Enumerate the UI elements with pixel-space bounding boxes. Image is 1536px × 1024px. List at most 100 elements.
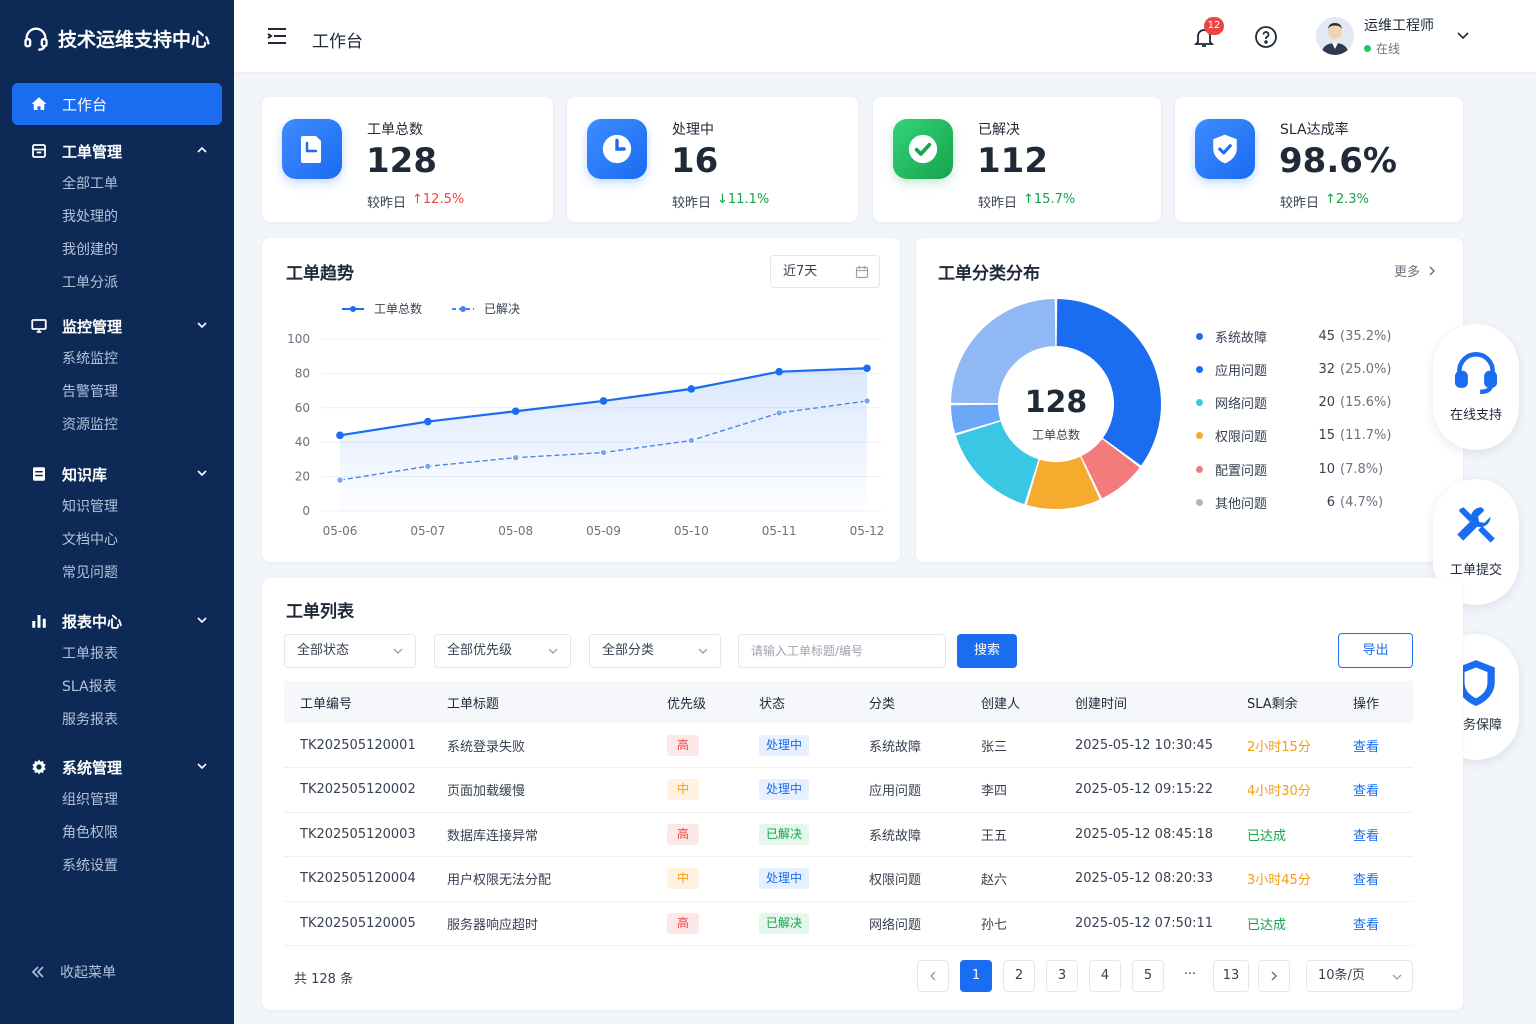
priority-tag: 中 (667, 868, 700, 890)
data-point (511, 407, 520, 416)
chevron-down-icon[interactable] (1456, 30, 1470, 42)
page-button-2[interactable]: 2 (1003, 960, 1035, 992)
page-button-13[interactable]: 13 (1213, 960, 1249, 992)
collapse-menu-label: 收起菜单 (60, 965, 116, 981)
status-filter[interactable]: 全部状态 (284, 634, 416, 668)
online-support-button[interactable]: 在线支持 (1433, 324, 1519, 450)
user-status: 在线 (1364, 40, 1400, 57)
priority-filter-label: 全部优先级 (447, 643, 513, 658)
status-tag: 处理中 (759, 779, 810, 801)
collapse-menu-button[interactable]: 收起菜单 (30, 962, 116, 982)
page-button-5[interactable]: 5 (1132, 960, 1164, 992)
page-button-3[interactable]: 3 (1046, 960, 1078, 992)
sidebar-item-my-handled[interactable]: 我处理的 (0, 201, 234, 234)
sidebar-group-knowledge-header[interactable]: 知识库 (0, 457, 234, 491)
more-label: 更多 (1394, 265, 1421, 280)
chevron-up-icon (197, 146, 207, 153)
ticket-priority-cell: 中 (651, 857, 743, 902)
page-button-1[interactable]: 1 (960, 960, 992, 992)
sidebar-item-my-created[interactable]: 我创建的 (0, 234, 234, 267)
legend-item: 其他问题 6 (4.7%) (1196, 493, 1383, 512)
sidebar-item-resources[interactable]: 资源监控 (0, 409, 234, 442)
category-filter[interactable]: 全部分类 (589, 634, 721, 668)
legend-name: 配置问题 (1215, 464, 1268, 479)
legend-count: 10 (1318, 462, 1335, 477)
ticket-sla: 已达成 (1247, 828, 1287, 844)
user-name: 运维工程师 (1364, 18, 1434, 34)
sidebar-item-knowledge[interactable]: 知识管理 (0, 491, 234, 524)
more-link[interactable]: 更多 (1394, 261, 1436, 280)
sidebar-item-docs[interactable]: 文档中心 (0, 524, 234, 557)
data-point (336, 476, 344, 484)
headset-icon (1454, 352, 1498, 395)
ticket-creator: 李四 (981, 784, 1008, 800)
x-tick-label: 05-08 (498, 524, 533, 538)
search-input[interactable]: 请输入工单标题/编号 (738, 634, 946, 668)
search-button[interactable]: 搜索 (957, 634, 1017, 668)
sidebar-group-monitor-header[interactable]: 监控管理 (0, 309, 234, 343)
ticket-title: 用户权限无法分配 (447, 873, 552, 889)
ticket-action-cell: 查看 (1337, 723, 1413, 768)
legend-percent: (4.7%) (1340, 495, 1384, 510)
view-ticket-link[interactable]: 查看 (1353, 784, 1379, 799)
col-title: 工单标题 (447, 696, 500, 712)
next-page-button[interactable] (1258, 960, 1290, 992)
legend-name: 系统故障 (1215, 331, 1268, 346)
data-point (687, 436, 696, 445)
sidebar-item-roles[interactable]: 角色权限 (0, 817, 234, 850)
sidebar-item-workbench[interactable]: 工作台 (12, 83, 222, 125)
ticket-id: TK202505120001 (300, 737, 416, 753)
menu-toggle-icon[interactable] (266, 26, 288, 46)
x-tick-label: 05-07 (410, 524, 445, 538)
sidebar-item-sla-report[interactable]: SLA报表 (0, 671, 234, 704)
legend-dot (1196, 466, 1203, 473)
view-ticket-link[interactable]: 查看 (1353, 829, 1379, 844)
legend-percent: (25.0%) (1340, 362, 1392, 377)
stat-label: 工单总数 (367, 122, 423, 138)
sidebar-item-faq[interactable]: 常见问题 (0, 557, 234, 590)
date-range-select[interactable]: 近7天 (770, 255, 880, 288)
sidebar-group-tickets-header[interactable]: 工单管理 (0, 134, 234, 168)
col-category: 分类 (869, 696, 896, 712)
ticket-title: 服务器响应超时 (447, 917, 539, 933)
ticket-title: 数据库连接异常 (447, 828, 539, 844)
data-point (687, 385, 696, 393)
sidebar-item-alerts[interactable]: 告警管理 (0, 376, 234, 409)
x-tick-label: 05-11 (762, 524, 797, 538)
col-status: 状态 (759, 696, 786, 712)
sidebar-group-label: 系统管理 (62, 758, 123, 777)
ticket-created-time: 2025-05-12 07:50:11 (1075, 915, 1214, 931)
prev-page-button[interactable] (917, 960, 949, 992)
sidebar-item-dispatch[interactable]: 工单分派 (0, 267, 234, 300)
series-line-resolved (339, 400, 868, 481)
status-tag: 处理中 (759, 868, 810, 890)
view-ticket-link[interactable]: 查看 (1353, 740, 1379, 755)
priority-filter[interactable]: 全部优先级 (434, 634, 571, 668)
sidebar-group-system-header[interactable]: 系统管理 (0, 750, 234, 784)
view-ticket-link[interactable]: 查看 (1353, 918, 1379, 933)
avatar[interactable] (1316, 17, 1354, 55)
sidebar-item-service-report[interactable]: 服务报表 (0, 704, 234, 737)
sidebar-group-reports-header[interactable]: 报表中心 (0, 604, 234, 638)
status-tag: 已解决 (759, 912, 810, 934)
sidebar-item-ticket-report[interactable]: 工单报表 (0, 638, 234, 671)
page-size-select[interactable]: 10条/页 (1306, 960, 1413, 992)
clock-icon (587, 119, 647, 179)
sidebar-item-settings[interactable]: 系统设置 (0, 850, 234, 883)
ticket-creator: 张三 (981, 739, 1008, 755)
view-ticket-link[interactable]: 查看 (1353, 873, 1379, 888)
ticket-title: 页面加载缓慢 (447, 784, 526, 800)
user-avatar-icon (1316, 17, 1354, 55)
page-button-4[interactable]: 4 (1089, 960, 1121, 992)
col-sla: SLA剩余 (1247, 696, 1298, 712)
ticket-status-cell: 已解决 (743, 901, 853, 946)
ticket-status-cell: 处理中 (743, 857, 853, 902)
chevron-down-icon (698, 648, 708, 654)
help-icon[interactable] (1254, 25, 1278, 49)
ticket-created-time: 2025-05-12 09:15:22 (1075, 782, 1214, 798)
sidebar-item-org[interactable]: 组织管理 (0, 784, 234, 817)
sidebar-item-all-tickets[interactable]: 全部工单 (0, 168, 234, 201)
sidebar-item-system-monitor[interactable]: 系统监控 (0, 343, 234, 376)
export-button[interactable]: 导出 (1338, 633, 1413, 668)
stat-compare: 较昨日 ↑12.5% (367, 192, 464, 211)
